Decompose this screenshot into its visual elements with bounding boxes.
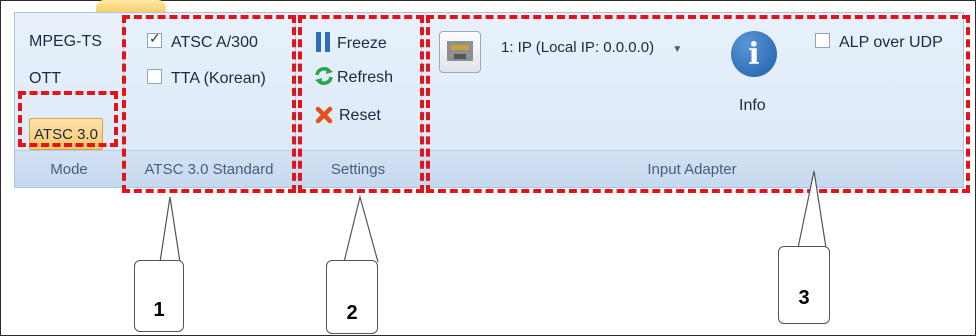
callout-1: 1 <box>134 260 184 332</box>
callout-1-number: 1 <box>153 298 165 321</box>
callout-3-number: 3 <box>798 286 810 309</box>
callout-2: 2 <box>326 260 378 334</box>
callout-2-number: 2 <box>346 301 358 324</box>
callout-3: 3 <box>778 246 830 324</box>
